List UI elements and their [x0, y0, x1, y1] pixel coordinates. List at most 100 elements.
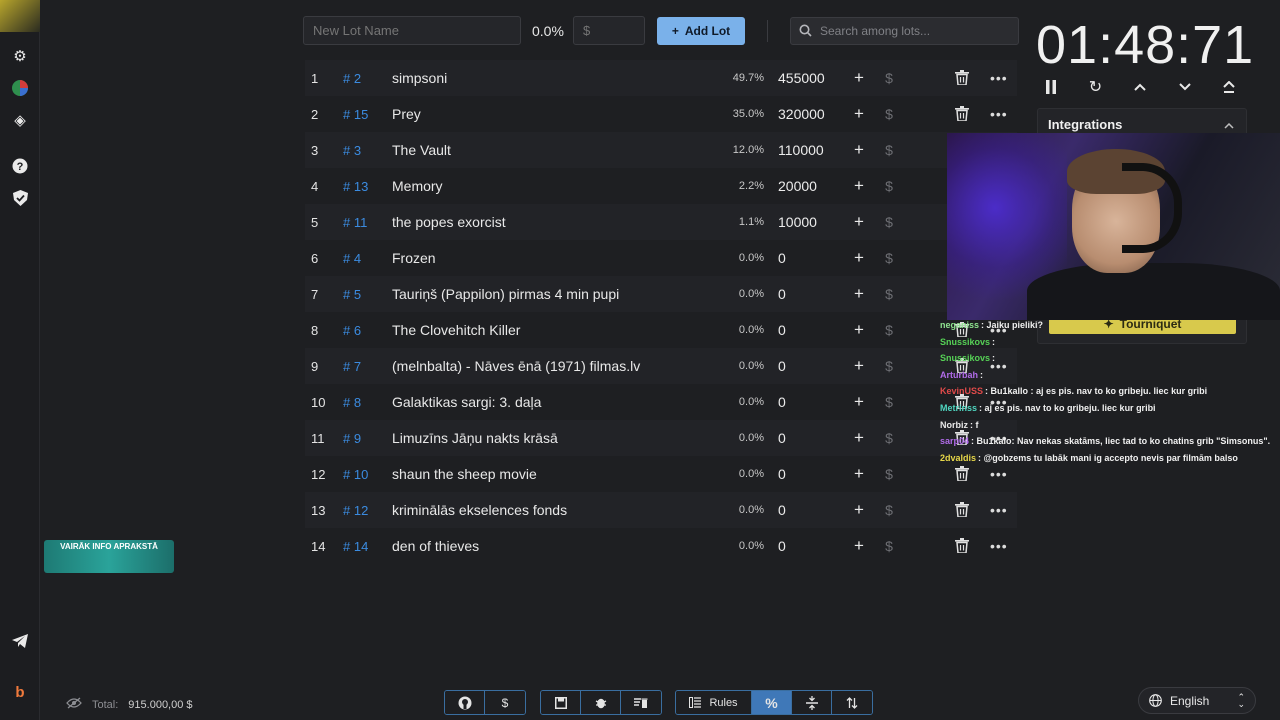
trash-icon[interactable]: [955, 106, 971, 122]
dollar-icon[interactable]: $: [874, 358, 904, 374]
lot-name[interactable]: Tauriņš (Pappilon) pirmas 4 min pupi: [392, 286, 707, 302]
lot-amount[interactable]: 0: [764, 286, 844, 302]
help-icon[interactable]: ?: [10, 156, 30, 176]
lot-name[interactable]: simpsoni: [392, 70, 707, 86]
new-lot-amount-input[interactable]: [573, 16, 645, 45]
dollar-icon[interactable]: $: [874, 250, 904, 266]
lot-name[interactable]: kriminālās ekselences fonds: [392, 502, 707, 518]
language-select[interactable]: English ⌃ ⌄: [1138, 687, 1256, 714]
lot-name[interactable]: Frozen: [392, 250, 707, 266]
add-amount-icon[interactable]: +: [844, 392, 874, 412]
pause-icon[interactable]: [1040, 76, 1062, 98]
add-amount-icon[interactable]: +: [844, 68, 874, 88]
dollar-icon[interactable]: $: [874, 394, 904, 410]
more-options-icon[interactable]: •••: [990, 70, 1007, 86]
lot-amount[interactable]: 0: [764, 394, 844, 410]
lot-name[interactable]: shaun the sheep movie: [392, 466, 707, 482]
lot-id-link[interactable]: # 3: [335, 143, 392, 158]
add-amount-icon[interactable]: +: [844, 428, 874, 448]
trash-icon[interactable]: [955, 502, 971, 518]
reset-icon[interactable]: ↻: [1085, 76, 1107, 98]
lot-amount[interactable]: 0: [764, 430, 844, 446]
lot-id-link[interactable]: # 5: [335, 287, 392, 302]
rules-button[interactable]: Rules: [676, 691, 752, 714]
lot-id-link[interactable]: # 10: [335, 467, 392, 482]
lot-name[interactable]: The Clovehitch Killer: [392, 322, 707, 338]
wheel-icon[interactable]: [10, 78, 30, 98]
save-button[interactable]: [541, 691, 581, 714]
lot-amount[interactable]: 0: [764, 358, 844, 374]
trash-icon[interactable]: [955, 538, 971, 554]
lot-amount[interactable]: 320000: [764, 106, 844, 122]
lot-id-link[interactable]: # 2: [335, 71, 392, 86]
trash-icon[interactable]: [955, 466, 971, 482]
lot-name[interactable]: (melnbalta) - Nāves ēnā (1971) filmas.lv: [392, 358, 707, 374]
add-amount-icon[interactable]: +: [844, 284, 874, 304]
dollar-icon[interactable]: $: [874, 538, 904, 554]
dollar-icon[interactable]: $: [874, 178, 904, 194]
more-options-icon[interactable]: •••: [990, 466, 1007, 482]
lot-name[interactable]: Limuzīns Jāņu nakts krāsā: [392, 430, 707, 446]
layers-icon[interactable]: ◈: [10, 110, 30, 130]
lot-amount[interactable]: 455000: [764, 70, 844, 86]
dollar-icon[interactable]: $: [874, 430, 904, 446]
double-chevron-up-icon[interactable]: [1218, 76, 1240, 98]
lot-name[interactable]: The Vault: [392, 142, 707, 158]
sort-toggle[interactable]: [832, 691, 872, 714]
bug-report-button[interactable]: [581, 691, 621, 714]
more-options-icon[interactable]: •••: [990, 106, 1007, 122]
lot-name[interactable]: the popes exorcist: [392, 214, 707, 230]
lot-id-link[interactable]: # 4: [335, 251, 392, 266]
lot-amount[interactable]: 20000: [764, 178, 844, 194]
lot-amount[interactable]: 0: [764, 538, 844, 554]
compact-toggle[interactable]: [792, 691, 832, 714]
lot-amount[interactable]: 0: [764, 466, 844, 482]
donate-button[interactable]: $: [485, 691, 525, 714]
more-options-icon[interactable]: •••: [990, 538, 1007, 554]
lot-amount[interactable]: 0: [764, 322, 844, 338]
lot-id-link[interactable]: # 13: [335, 179, 392, 194]
add-lot-button[interactable]: + Add Lot: [657, 16, 745, 45]
lot-id-link[interactable]: # 11: [335, 215, 392, 230]
dollar-icon[interactable]: $: [874, 106, 904, 122]
percent-toggle[interactable]: %: [752, 691, 792, 714]
lot-id-link[interactable]: # 8: [335, 395, 392, 410]
settings-icon[interactable]: ⚙: [10, 46, 30, 66]
lot-id-link[interactable]: # 15: [335, 107, 392, 122]
lot-amount[interactable]: 110000: [764, 142, 844, 158]
lot-id-link[interactable]: # 14: [335, 539, 392, 554]
add-amount-icon[interactable]: +: [844, 320, 874, 340]
trash-icon[interactable]: [955, 70, 971, 86]
github-button[interactable]: [445, 691, 485, 714]
lot-name[interactable]: den of thieves: [392, 538, 707, 554]
chevron-down-icon[interactable]: [1174, 76, 1196, 98]
dollar-icon[interactable]: $: [874, 322, 904, 338]
dollar-icon[interactable]: $: [874, 502, 904, 518]
add-amount-icon[interactable]: +: [844, 104, 874, 124]
new-lot-name-input[interactable]: [303, 16, 521, 45]
lot-id-link[interactable]: # 12: [335, 503, 392, 518]
add-amount-icon[interactable]: +: [844, 212, 874, 232]
lot-amount[interactable]: 0: [764, 502, 844, 518]
add-amount-icon[interactable]: +: [844, 176, 874, 196]
dollar-icon[interactable]: $: [874, 466, 904, 482]
search-input[interactable]: Search among lots...: [790, 16, 1019, 45]
add-amount-icon[interactable]: +: [844, 536, 874, 556]
more-options-icon[interactable]: •••: [990, 502, 1007, 518]
add-amount-icon[interactable]: +: [844, 464, 874, 484]
lot-amount[interactable]: 10000: [764, 214, 844, 230]
add-amount-icon[interactable]: +: [844, 356, 874, 376]
add-amount-icon[interactable]: +: [844, 140, 874, 160]
lot-name[interactable]: Memory: [392, 178, 707, 194]
lot-id-link[interactable]: # 7: [335, 359, 392, 374]
dollar-icon[interactable]: $: [874, 142, 904, 158]
add-amount-icon[interactable]: +: [844, 248, 874, 268]
lot-name[interactable]: Galaktikas sargi: 3. daļa: [392, 394, 707, 410]
lot-id-link[interactable]: # 6: [335, 323, 392, 338]
shield-icon[interactable]: [10, 188, 30, 208]
lot-id-link[interactable]: # 9: [335, 431, 392, 446]
dollar-icon[interactable]: $: [874, 286, 904, 302]
chevron-up-icon[interactable]: [1129, 76, 1151, 98]
telegram-icon[interactable]: [10, 631, 30, 651]
lot-name[interactable]: Prey: [392, 106, 707, 122]
